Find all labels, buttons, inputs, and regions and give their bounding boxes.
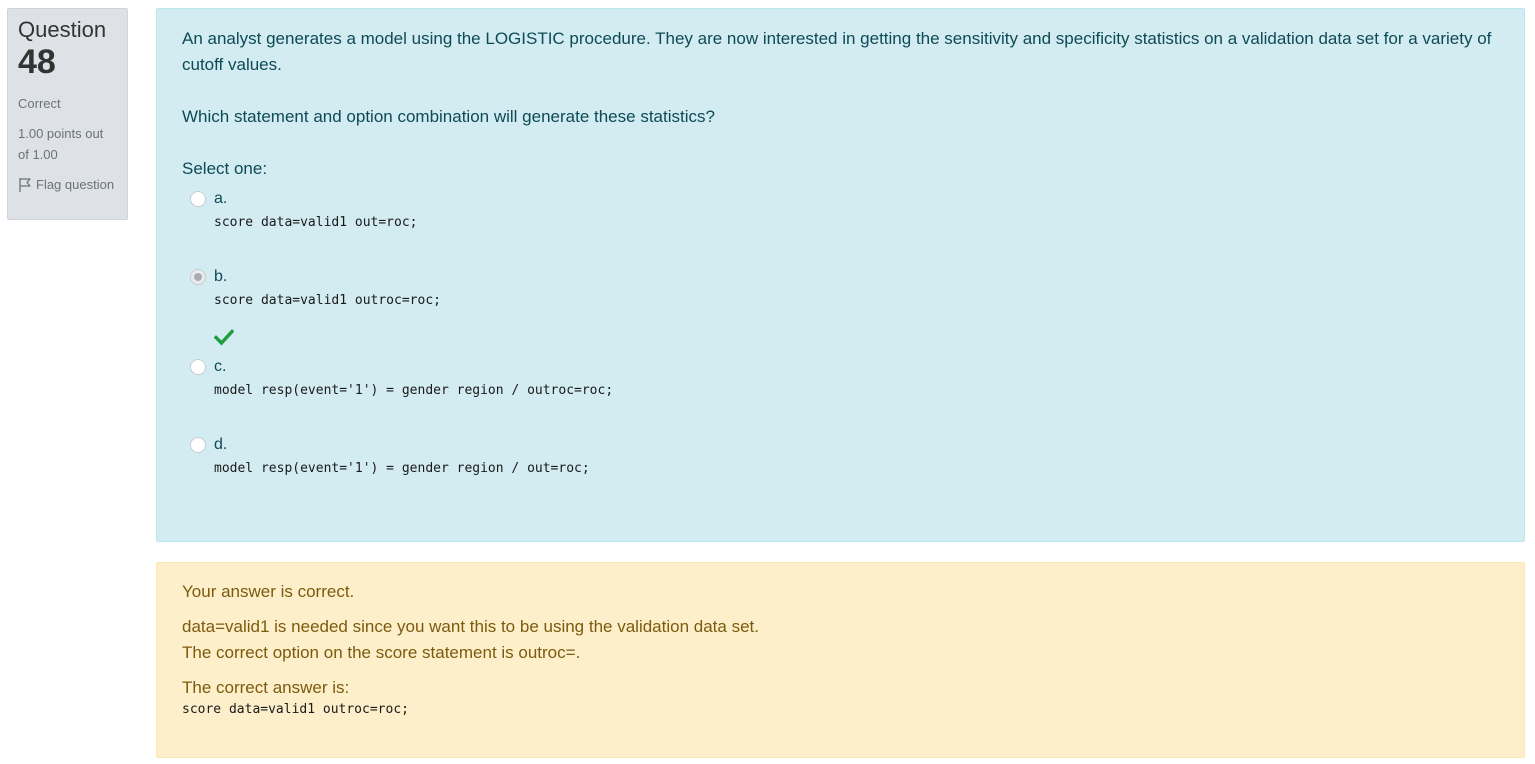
question-text: An analyst generates a model using the L… bbox=[182, 29, 1492, 74]
option-letter: d. bbox=[214, 436, 228, 453]
radio-option-a[interactable] bbox=[190, 191, 206, 207]
general-feedback-line: The correct option on the score statemen… bbox=[182, 643, 581, 662]
question-grade: 1.00 points out of 1.00 bbox=[18, 126, 104, 162]
flag-icon bbox=[19, 178, 31, 192]
flag-question-label: Flag question bbox=[36, 177, 115, 192]
radio-option-d[interactable] bbox=[190, 437, 206, 453]
select-one-prompt: Select one: bbox=[182, 159, 268, 178]
answer-option-a[interactable]: a. score data=valid1 out=roc; bbox=[182, 188, 1499, 232]
option-code: model resp(event='1') = gender region / … bbox=[214, 461, 590, 476]
general-feedback: data=valid1 is needed since you want thi… bbox=[182, 614, 1499, 666]
question-state: Correct bbox=[18, 96, 61, 111]
question-content: An analyst generates a model using the L… bbox=[156, 8, 1525, 542]
option-code: model resp(event='1') = gender region / … bbox=[214, 383, 614, 398]
answer-options: a. score data=valid1 out=roc; b. score d… bbox=[182, 188, 1499, 478]
option-letter: c. bbox=[214, 358, 227, 375]
answer-option-b[interactable]: b. score data=valid1 outroc=roc; bbox=[182, 266, 1499, 346]
question-label: Question bbox=[18, 17, 107, 42]
option-letter: b. bbox=[214, 268, 228, 285]
question-info-panel: Question 48 Correct 1.00 points out of 1… bbox=[7, 8, 128, 220]
specific-feedback: Your answer is correct. bbox=[182, 582, 355, 601]
flag-question-link[interactable]: Flag question bbox=[18, 174, 117, 195]
option-letter: a. bbox=[214, 190, 228, 207]
feedback-panel: Your answer is correct. data=valid1 is n… bbox=[156, 562, 1525, 758]
answer-option-d[interactable]: d. model resp(event='1') = gender region… bbox=[182, 434, 1499, 478]
right-answer: The correct answer is: score data=valid1… bbox=[182, 675, 1499, 719]
check-icon bbox=[214, 329, 234, 346]
answer-option-c[interactable]: c. model resp(event='1') = gender region… bbox=[182, 356, 1499, 400]
radio-option-b[interactable] bbox=[190, 269, 206, 285]
question-number: 48 bbox=[18, 43, 56, 81]
general-feedback-line: data=valid1 is needed since you want thi… bbox=[182, 617, 759, 636]
radio-option-c[interactable] bbox=[190, 359, 206, 375]
question-text-2: Which statement and option combination w… bbox=[182, 107, 715, 126]
option-code: score data=valid1 outroc=roc; bbox=[214, 293, 441, 308]
right-answer-label: The correct answer is: bbox=[182, 678, 350, 697]
right-answer-code: score data=valid1 outroc=roc; bbox=[182, 702, 409, 717]
option-code: score data=valid1 out=roc; bbox=[214, 215, 418, 230]
